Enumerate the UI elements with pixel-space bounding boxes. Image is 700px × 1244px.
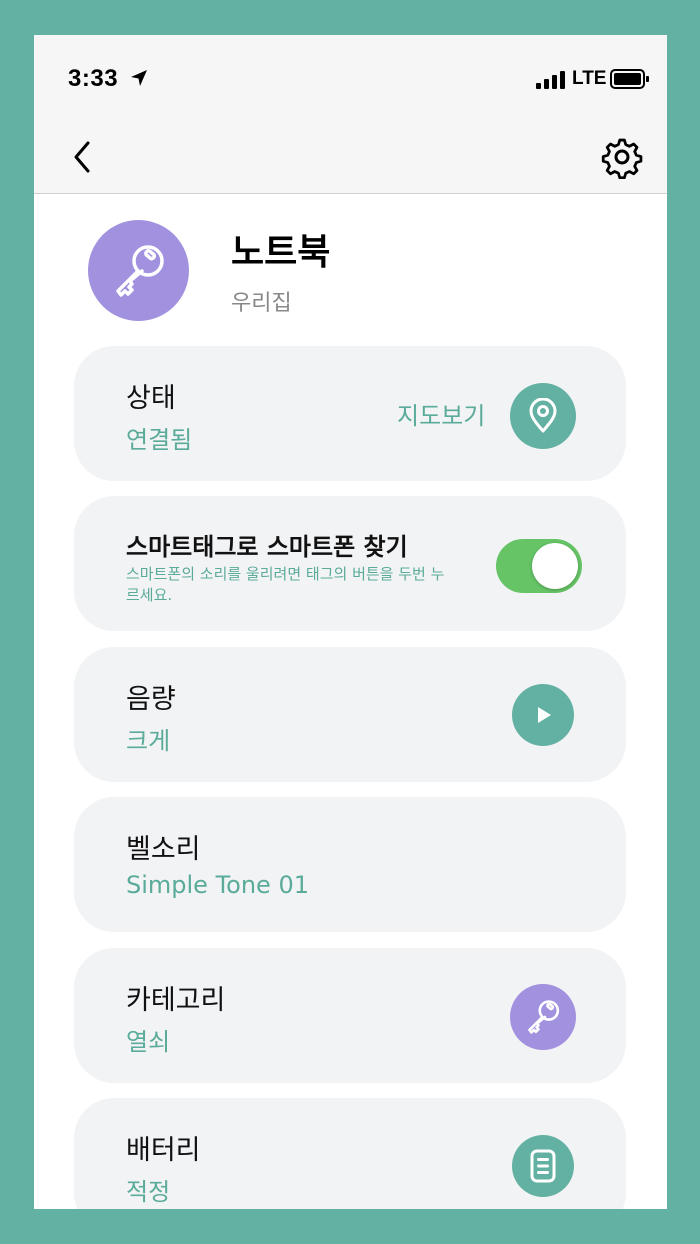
toggle-knob	[532, 543, 578, 589]
gear-icon[interactable]	[600, 135, 644, 179]
battery-badge	[512, 1135, 574, 1197]
category-title: 카테고리	[126, 985, 226, 1016]
battery-icon	[530, 1149, 556, 1183]
ringtone-value: Simple Tone 01	[126, 871, 309, 899]
category-badge	[510, 984, 576, 1050]
device-avatar	[88, 220, 189, 321]
battery-value: 적정	[126, 1178, 171, 1206]
category-card[interactable]: 카테고리 열쇠	[74, 948, 626, 1083]
location-arrow-icon	[131, 70, 147, 86]
find-phone-title: 스마트태그로 스마트폰 찾기	[126, 533, 408, 561]
phone-screen: 3:33 LTE 노트북 우리집 상태 연결됨 지도보기 스마트태그로 스마트폰…	[34, 35, 667, 1209]
state-value: 연결됨	[126, 426, 193, 454]
volume-value: 크게	[126, 727, 171, 755]
key-icon	[115, 244, 164, 297]
status-time: 3:33	[68, 65, 119, 92]
find-phone-description: 스마트폰의 소리를 울리려면 태그의 버튼을 두번 누르세요.	[126, 565, 445, 604]
network-type: LTE	[572, 68, 607, 89]
battery-status-icon	[610, 69, 649, 89]
find-phone-card: 스마트태그로 스마트폰 찾기 스마트폰의 소리를 울리려면 태그의 버튼을 두번…	[74, 496, 626, 631]
find-phone-toggle[interactable]	[496, 539, 582, 593]
location-pin-icon	[529, 398, 557, 433]
status-bar: 3:33 LTE	[34, 35, 667, 125]
map-button[interactable]	[510, 383, 576, 449]
volume-card[interactable]: 음량 크게	[74, 647, 626, 782]
map-view-link[interactable]: 지도보기	[397, 396, 485, 431]
navigation-bar	[34, 125, 667, 194]
play-button[interactable]	[512, 684, 574, 746]
battery-title: 배터리	[126, 1135, 201, 1166]
device-name: 노트북	[231, 232, 331, 273]
device-location: 우리집	[231, 291, 292, 316]
category-value: 열쇠	[126, 1028, 171, 1056]
state-title: 상태	[126, 383, 176, 414]
back-icon[interactable]	[64, 137, 104, 177]
play-icon	[538, 707, 551, 723]
ringtone-title: 벨소리	[126, 834, 201, 865]
battery-card: 배터리 적정	[74, 1098, 626, 1209]
cellular-signal-icon	[536, 71, 565, 89]
key-icon	[528, 1000, 560, 1034]
volume-title: 음량	[126, 684, 176, 715]
state-card: 상태 연결됨 지도보기	[74, 346, 626, 481]
ringtone-card[interactable]: 벨소리 Simple Tone 01	[74, 797, 626, 932]
